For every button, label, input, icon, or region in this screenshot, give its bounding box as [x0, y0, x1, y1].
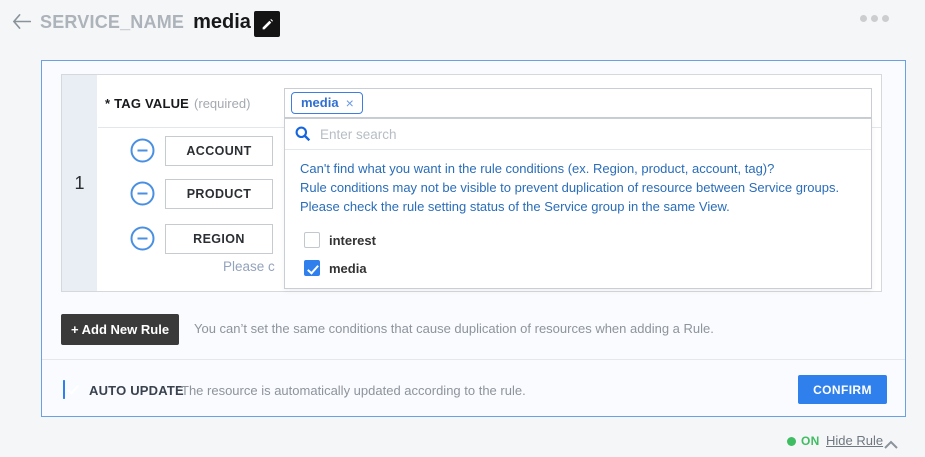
condition-region-button[interactable]: REGION: [165, 224, 273, 254]
service-name-value: media: [193, 11, 251, 34]
partial-help-text: Please c: [223, 259, 275, 274]
hide-rule-link[interactable]: Hide Rule: [826, 433, 883, 448]
dropdown-search-row: [285, 119, 871, 150]
auto-update-checkbox[interactable]: [63, 380, 65, 399]
dot-icon: [882, 15, 889, 22]
edit-service-name-button[interactable]: [254, 11, 280, 37]
minus-circle-icon: [130, 226, 155, 251]
media-checkbox[interactable]: [304, 260, 320, 276]
rule-index: 1: [62, 75, 97, 291]
remove-account-button[interactable]: [130, 138, 155, 168]
auto-update-label[interactable]: AUTO UPDATE: [89, 383, 184, 398]
service-name-label: SERVICE_NAME: [40, 12, 184, 33]
dot-icon: [871, 15, 878, 22]
info-line: Rule conditions may not be visible to pr…: [300, 178, 861, 197]
auto-update-note: The resource is automatically updated ac…: [181, 383, 526, 398]
more-menu-button[interactable]: [860, 15, 889, 22]
condition-product-button[interactable]: PRODUCT: [165, 179, 273, 209]
rule-settings-panel: 1 *TAG VALUE(required) ACCOUNT PRODUCT R…: [41, 60, 906, 417]
condition-account-button[interactable]: ACCOUNT: [165, 136, 273, 166]
tag-value-input[interactable]: media ×: [284, 88, 872, 118]
confirm-button[interactable]: CONFIRM: [798, 375, 887, 404]
required-asterisk: *: [105, 96, 110, 111]
info-line: Can't find what you want in the rule con…: [300, 159, 861, 178]
tag-value-dropdown: Can't find what you want in the rule con…: [284, 118, 872, 289]
interest-checkbox[interactable]: [304, 232, 320, 248]
add-rule-note: You can’t set the same conditions that c…: [194, 321, 714, 336]
option-row-interest[interactable]: interest: [304, 232, 376, 248]
page-title: SERVICE_NAME media: [40, 7, 251, 37]
info-line: Please check the rule setting status of …: [300, 197, 861, 216]
remove-tag-icon[interactable]: ×: [346, 96, 354, 110]
remove-region-button[interactable]: [130, 226, 155, 256]
dot-icon: [860, 15, 867, 22]
tag-value-label: *TAG VALUE(required): [105, 89, 250, 119]
back-icon[interactable]: [12, 10, 34, 32]
remove-product-button[interactable]: [130, 181, 155, 211]
status-on-label: ON: [801, 434, 820, 448]
tag-chip-media[interactable]: media ×: [291, 92, 363, 114]
minus-circle-icon: [130, 138, 155, 163]
divider: [42, 359, 905, 360]
search-input[interactable]: [320, 127, 820, 142]
dropdown-info-text: Can't find what you want in the rule con…: [300, 159, 861, 216]
chevron-up-icon[interactable]: [884, 436, 898, 454]
option-label: interest: [329, 233, 376, 248]
pencil-icon: [261, 18, 274, 31]
add-new-rule-button[interactable]: + Add New Rule: [61, 314, 179, 345]
status-dot-icon: [787, 437, 796, 446]
option-row-media[interactable]: media: [304, 260, 367, 276]
minus-circle-icon: [130, 181, 155, 206]
search-icon: [295, 126, 311, 142]
required-note: (required): [194, 96, 250, 111]
option-label: media: [329, 261, 367, 276]
tag-chip-label: media: [301, 95, 339, 110]
